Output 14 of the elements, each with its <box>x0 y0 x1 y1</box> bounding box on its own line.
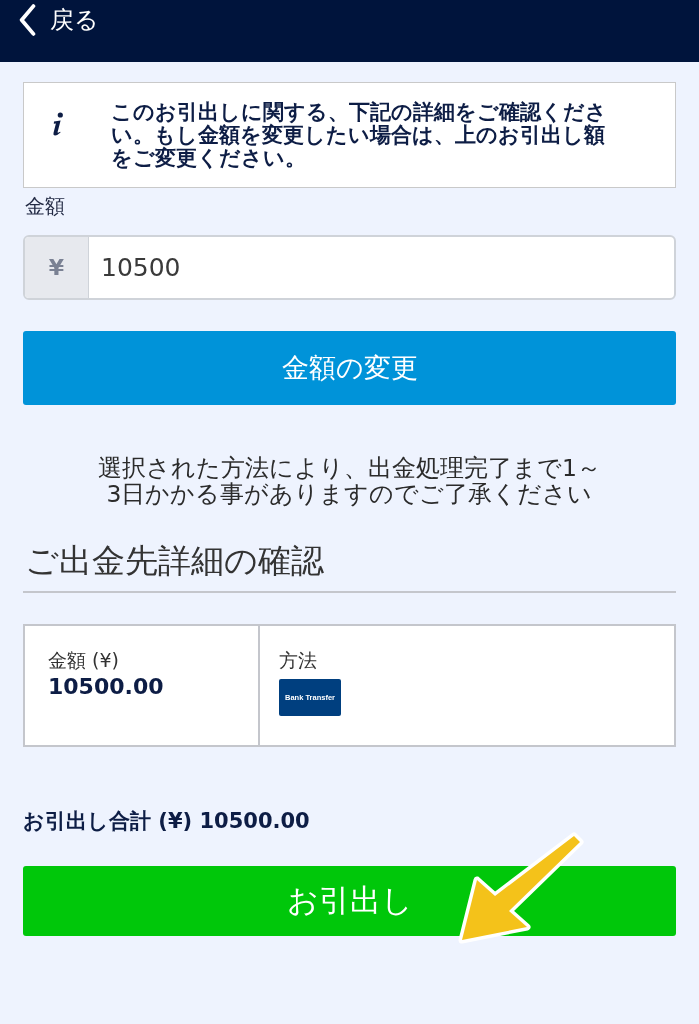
info-text: このお引出しに関する、下記の詳細をご確認ください。もし金額を変更したい場合は、上のお引出し額をご変更ください。 <box>111 101 608 170</box>
section-title: ご出金先詳細の確認 <box>23 541 676 593</box>
back-button[interactable]: 戻る <box>0 0 99 44</box>
amount-input[interactable]: ¥ 10500 <box>23 235 676 300</box>
amount-value: 10500 <box>100 252 181 284</box>
withdrawal-total: お引出し合計 (¥) 10500.00 <box>23 808 310 835</box>
method-column-label: 方法 <box>279 648 317 672</box>
currency-prefix: ¥ <box>25 237 89 298</box>
amount-column-value: 10500.00 <box>48 673 165 701</box>
chevron-left-icon <box>18 4 36 36</box>
processing-note: 選択された方法により、出金処理完了まで1～3日かかる事がありますのでご了承ください <box>97 455 602 507</box>
info-icon <box>52 112 64 136</box>
amount-label: 金額 <box>24 193 65 220</box>
amount-column-label: 金額 (¥) <box>48 648 119 672</box>
